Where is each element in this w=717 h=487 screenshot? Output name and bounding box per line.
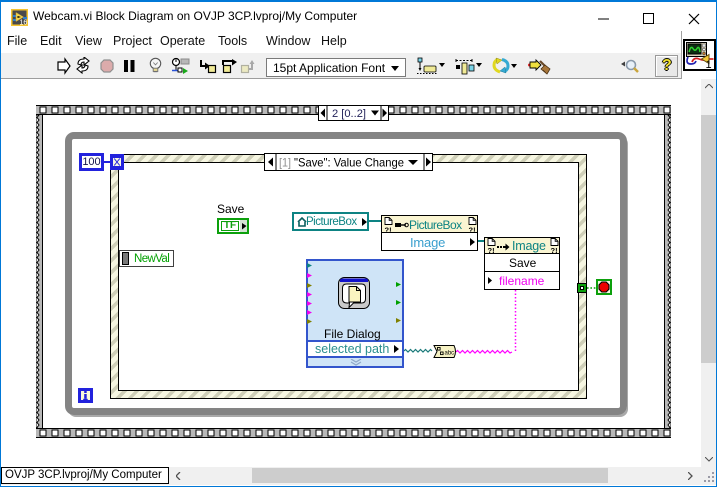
svg-text:?!: ?! (385, 226, 392, 234)
svg-text:16: 16 (20, 20, 28, 27)
svg-text:?!: ?! (469, 226, 476, 234)
svg-text:1: 1 (706, 59, 712, 69)
svg-text:?!: ?! (488, 246, 495, 254)
svg-text:"Save": Value Change: "Save": Value Change (294, 156, 404, 170)
svg-text:abc: abc (445, 351, 455, 357)
svg-text:?!: ?! (551, 246, 558, 254)
svg-text:[1]: [1] (279, 156, 291, 170)
svg-text:2 [0..2]: 2 [0..2] (332, 108, 366, 120)
